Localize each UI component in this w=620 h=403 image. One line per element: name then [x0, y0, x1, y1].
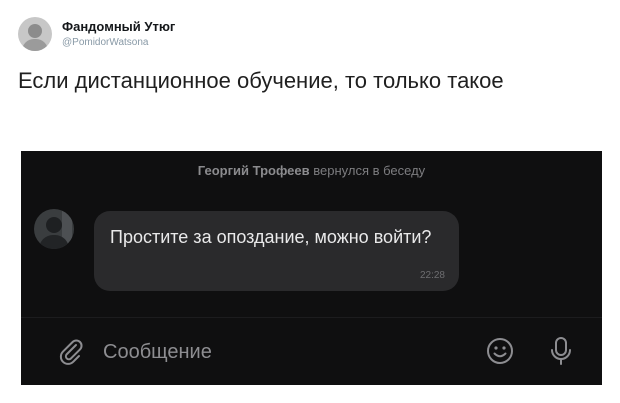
- tweet-text: Если дистанционное обучение, то только т…: [18, 68, 504, 93]
- tweet-header: Фандомный Утюг @PomidorWatsona: [18, 12, 175, 56]
- system-message-name: Георгий Трофеев: [197, 163, 310, 178]
- emoji-icon[interactable]: [485, 336, 515, 366]
- microphone-icon[interactable]: [549, 336, 573, 366]
- message-time: 22:28: [419, 270, 445, 281]
- author-avatar[interactable]: [18, 17, 52, 51]
- composer-divider: [21, 317, 602, 318]
- chat-screenshot: Георгий Трофеев вернулся в беседу Прости…: [21, 151, 602, 385]
- sender-avatar[interactable]: [34, 209, 74, 249]
- message-text: Простите за опоздание, можно войти?: [110, 227, 432, 247]
- message-bubble[interactable]: Простите за опоздание, можно войти? 22:2…: [94, 211, 459, 291]
- paperclip-icon[interactable]: [57, 337, 85, 365]
- author-names: Фандомный Утюг @PomidorWatsona: [62, 19, 175, 49]
- author-display-name[interactable]: Фандомный Утюг: [62, 19, 175, 35]
- message-input[interactable]: Сообщение: [103, 339, 212, 365]
- system-message: Георгий Трофеев вернулся в беседу: [21, 163, 602, 178]
- system-message-action: вернулся в беседу: [313, 163, 426, 178]
- author-handle[interactable]: @PomidorWatsona: [62, 36, 175, 49]
